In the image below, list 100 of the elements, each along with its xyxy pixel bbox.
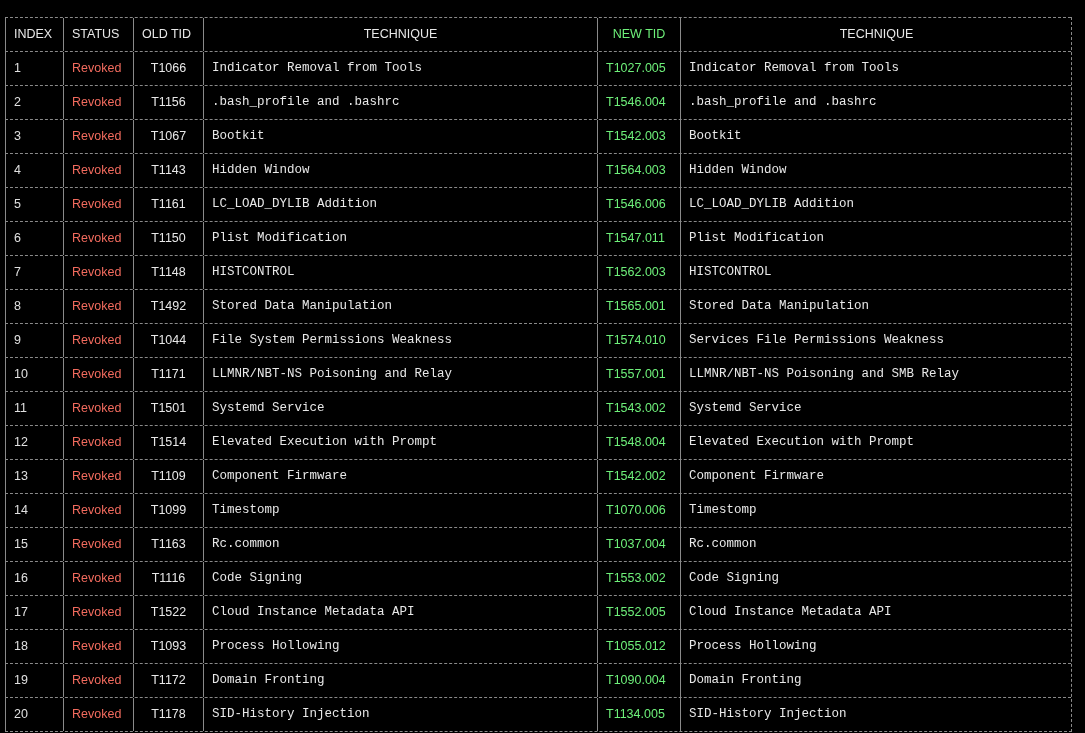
technique-cell: Bootkit — [203, 120, 597, 153]
column-header: NEW TID — [597, 18, 680, 51]
technique-cell: Domain Fronting — [680, 664, 1072, 697]
new-tid-cell: T1557.001 — [597, 358, 680, 391]
technique-cell: HISTCONTROL — [203, 256, 597, 289]
status-cell: Revoked — [63, 86, 133, 119]
index-cell: 2 — [5, 86, 63, 119]
index-cell: 14 — [5, 494, 63, 527]
index-cell: 20 — [5, 698, 63, 731]
new-tid-cell: T1542.002 — [597, 460, 680, 493]
old-tid-cell: T1066 — [133, 52, 203, 85]
status-cell: Revoked — [63, 256, 133, 289]
technique-cell: Stored Data Manipulation — [680, 290, 1072, 323]
status-cell: Revoked — [63, 392, 133, 425]
column-header: OLD TID — [133, 18, 203, 51]
status-cell: Revoked — [63, 460, 133, 493]
index-cell: 1 — [5, 52, 63, 85]
technique-cell: Code Signing — [203, 562, 597, 595]
new-tid-cell: T1134.005 — [597, 698, 680, 731]
technique-cell: Process Hollowing — [680, 630, 1072, 663]
old-tid-cell: T1172 — [133, 664, 203, 697]
column-header: INDEX — [5, 18, 63, 51]
technique-cell: .bash_profile and .bashrc — [203, 86, 597, 119]
index-cell: 9 — [5, 324, 63, 357]
technique-cell: Systemd Service — [203, 392, 597, 425]
old-tid-cell: T1492 — [133, 290, 203, 323]
old-tid-cell: T1109 — [133, 460, 203, 493]
technique-cell: Rc.common — [203, 528, 597, 561]
new-tid-cell: T1574.010 — [597, 324, 680, 357]
old-tid-cell: T1171 — [133, 358, 203, 391]
status-cell: Revoked — [63, 562, 133, 595]
old-tid-cell: T1143 — [133, 154, 203, 187]
status-cell: Revoked — [63, 528, 133, 561]
technique-cell: Process Hollowing — [203, 630, 597, 663]
status-cell: Revoked — [63, 120, 133, 153]
new-tid-cell: T1543.002 — [597, 392, 680, 425]
new-tid-cell: T1553.002 — [597, 562, 680, 595]
old-tid-cell: T1156 — [133, 86, 203, 119]
new-tid-cell: T1037.004 — [597, 528, 680, 561]
technique-cell: LC_LOAD_DYLIB Addition — [680, 188, 1072, 221]
technique-cell: Services File Permissions Weakness — [680, 324, 1072, 357]
old-tid-cell: T1150 — [133, 222, 203, 255]
old-tid-cell: T1161 — [133, 188, 203, 221]
technique-cell: LLMNR/NBT-NS Poisoning and SMB Relay — [680, 358, 1072, 391]
status-cell: Revoked — [63, 154, 133, 187]
new-tid-cell: T1547.011 — [597, 222, 680, 255]
technique-cell: Stored Data Manipulation — [203, 290, 597, 323]
technique-cell: File System Permissions Weakness — [203, 324, 597, 357]
index-cell: 3 — [5, 120, 63, 153]
new-tid-cell: T1055.012 — [597, 630, 680, 663]
technique-cell: Plist Modification — [203, 222, 597, 255]
old-tid-cell: T1178 — [133, 698, 203, 731]
technique-cell: SID-History Injection — [203, 698, 597, 731]
status-cell: Revoked — [63, 290, 133, 323]
technique-cell: Rc.common — [680, 528, 1072, 561]
column-header: TECHNIQUE — [680, 18, 1072, 51]
old-tid-cell: T1067 — [133, 120, 203, 153]
status-cell: Revoked — [63, 698, 133, 731]
new-tid-cell: T1090.004 — [597, 664, 680, 697]
column-header: STATUS — [63, 18, 133, 51]
technique-cell: Indicator Removal from Tools — [203, 52, 597, 85]
old-tid-cell: T1148 — [133, 256, 203, 289]
index-cell: 4 — [5, 154, 63, 187]
new-tid-cell: T1542.003 — [597, 120, 680, 153]
technique-cell: Hidden Window — [680, 154, 1072, 187]
technique-cell: Timestomp — [680, 494, 1072, 527]
new-tid-cell: T1070.006 — [597, 494, 680, 527]
index-cell: 7 — [5, 256, 63, 289]
index-cell: 11 — [5, 392, 63, 425]
new-tid-cell: T1546.006 — [597, 188, 680, 221]
index-cell: 19 — [5, 664, 63, 697]
index-cell: 8 — [5, 290, 63, 323]
index-cell: 18 — [5, 630, 63, 663]
index-cell: 13 — [5, 460, 63, 493]
technique-cell: Component Firmware — [203, 460, 597, 493]
index-cell: 12 — [5, 426, 63, 459]
technique-cell: LC_LOAD_DYLIB Addition — [203, 188, 597, 221]
old-tid-cell: T1501 — [133, 392, 203, 425]
old-tid-cell: T1522 — [133, 596, 203, 629]
index-cell: 5 — [5, 188, 63, 221]
old-tid-cell: T1116 — [133, 562, 203, 595]
new-tid-cell: T1564.003 — [597, 154, 680, 187]
status-cell: Revoked — [63, 494, 133, 527]
technique-cell: Plist Modification — [680, 222, 1072, 255]
technique-cell: Elevated Execution with Prompt — [203, 426, 597, 459]
old-tid-cell: T1093 — [133, 630, 203, 663]
status-cell: Revoked — [63, 426, 133, 459]
technique-cell: Component Firmware — [680, 460, 1072, 493]
index-cell: 17 — [5, 596, 63, 629]
technique-cell: Domain Fronting — [203, 664, 597, 697]
status-cell: Revoked — [63, 630, 133, 663]
status-cell: Revoked — [63, 52, 133, 85]
column-header: TECHNIQUE — [203, 18, 597, 51]
index-cell: 15 — [5, 528, 63, 561]
status-cell: Revoked — [63, 596, 133, 629]
technique-cell: Hidden Window — [203, 154, 597, 187]
old-tid-cell: T1514 — [133, 426, 203, 459]
technique-cell: Systemd Service — [680, 392, 1072, 425]
new-tid-cell: T1565.001 — [597, 290, 680, 323]
old-tid-cell: T1163 — [133, 528, 203, 561]
